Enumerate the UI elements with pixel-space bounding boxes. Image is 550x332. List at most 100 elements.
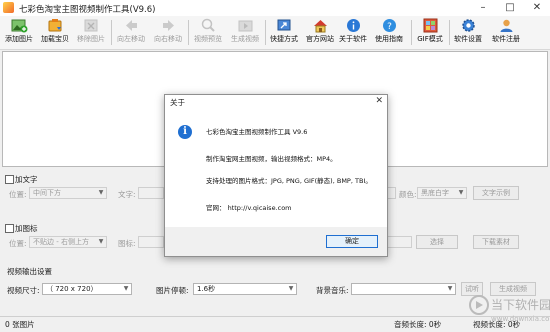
watermark-graphic: 当下软件园 www.downxia.com [469, 295, 550, 323]
image-count-status: 0 张图片 [5, 320, 35, 329]
generate-video-button[interactable]: 生成视频 [227, 17, 263, 48]
color-label: 颜色: [399, 190, 417, 199]
load-product-label: 加载宝贝 [41, 35, 69, 43]
toolbar: 添加图片 加载宝贝 移除图片 向左移动 向右移动 视频预览 生成视频 快捷方式 … [0, 16, 550, 50]
about-button[interactable]: 关于软件 [335, 17, 371, 48]
register-button[interactable]: 软件注册 [488, 17, 524, 48]
dialog-formats: 支持处理的图片格式：JPG, PNG, GIF(静态), BMP, TBI。 [206, 177, 372, 185]
icon-position-value: 不贴边 - 右侧上方 [33, 238, 89, 246]
svg-text:?: ? [387, 22, 392, 32]
image-pause-label: 图片停顿: [156, 286, 189, 295]
choose-icon-button[interactable]: 选择 [416, 235, 458, 249]
add-image-icon [11, 19, 27, 33]
add-icon-checkbox[interactable] [5, 224, 14, 233]
video-size-value: （ 720 x 720） [46, 285, 98, 293]
dialog-product-name: 七彩色淘宝主图视频制作工具 V9.6 [206, 128, 308, 136]
icon-position-select[interactable]: 不贴边 - 右侧上方 ▼ [29, 236, 107, 248]
background-music-label: 背景音乐: [316, 286, 349, 295]
dialog-website: 官网： http://v.qicaise.com [206, 204, 292, 212]
move-left-label: 向左移动 [117, 35, 145, 43]
shortcuts-button[interactable]: 快捷方式 [266, 17, 302, 48]
website-button[interactable]: 官方网站 [302, 17, 338, 48]
chevron-down-icon: ▼ [98, 189, 104, 196]
load-product-icon [48, 19, 61, 32]
text-sample-button[interactable]: 文字示例 [473, 186, 519, 200]
download-material-button[interactable]: 下载素材 [473, 235, 519, 249]
arrow-left-icon [125, 20, 137, 31]
gif-mode-button[interactable]: GIF模式 [412, 17, 448, 48]
text-content-input[interactable] [138, 187, 164, 199]
add-icon-label: 加图标 [15, 224, 38, 233]
toolbar-separator [188, 20, 189, 45]
register-label: 软件注册 [492, 35, 520, 43]
about-dialog: 关于 ✕ i 七彩色淘宝主图视频制作工具 V9.6 制作淘宝网主图视频，输出视频… [164, 94, 388, 257]
gif-icon [423, 18, 437, 33]
output-section-label: 视频输出设置 [7, 267, 52, 276]
watermark-logo: 当下软件园 www.downxia.com [467, 289, 550, 330]
minimize-button[interactable]: – [470, 0, 496, 16]
gif-mode-label: GIF模式 [417, 35, 443, 43]
add-text-checkbox[interactable] [5, 175, 14, 184]
title-bar: 七彩色淘宝主图视频制作工具(V9.6) – □ ✕ [0, 0, 550, 17]
preview-icon [201, 18, 215, 32]
add-image-label: 添加图片 [5, 35, 33, 43]
move-left-button[interactable]: 向左移动 [113, 17, 149, 48]
info-icon [346, 19, 360, 32]
website-label: 官方网站 [306, 35, 334, 43]
chevron-down-icon: ▼ [123, 285, 129, 292]
image-pause-value: 1.6秒 [197, 285, 216, 293]
close-button[interactable]: ✕ [524, 0, 550, 16]
info-icon: i [178, 125, 192, 139]
settings-button[interactable]: 软件设置 [450, 17, 486, 48]
user-icon [500, 19, 512, 32]
image-pause-select[interactable]: 1.6秒 ▼ [193, 283, 297, 295]
dialog-description: 制作淘宝网主图视频，输出视频格式：MP4。 [206, 155, 337, 163]
generate-video-icon [238, 20, 252, 32]
generate-video-label: 生成视频 [231, 35, 259, 43]
guide-button[interactable]: ? 使用指南 [371, 17, 407, 48]
icon-position-label: 位置: [9, 239, 27, 248]
text-position-value: 中间下方 [33, 189, 61, 197]
settings-label: 软件设置 [454, 35, 482, 43]
watermark-url: www.downxia.com [491, 315, 550, 323]
color-value: 黑底白字 [421, 189, 449, 197]
guide-label: 使用指南 [375, 35, 403, 43]
help-icon: ? [382, 19, 396, 32]
text-position-label: 位置: [9, 190, 27, 199]
ok-button[interactable]: 确定 [326, 235, 378, 248]
gear-icon [461, 19, 475, 32]
chevron-down-icon: ▼ [98, 238, 104, 245]
home-icon [313, 20, 327, 33]
watermark-text: 当下软件园 [491, 298, 550, 312]
preview-video-button[interactable]: 视频预览 [190, 17, 226, 48]
chevron-down-icon: ▼ [458, 189, 464, 196]
move-right-button[interactable]: 向右移动 [150, 17, 186, 48]
shortcut-icon [277, 19, 290, 31]
text-content-label: 文字: [118, 190, 136, 199]
about-label: 关于软件 [339, 35, 367, 43]
background-music-select[interactable]: ▼ [351, 283, 456, 295]
shortcuts-label: 快捷方式 [270, 35, 298, 43]
color-select[interactable]: 黑底白字 ▼ [417, 187, 467, 199]
app-logo-icon [3, 2, 14, 13]
remove-image-button[interactable]: 移除图片 [73, 17, 109, 48]
maximize-button[interactable]: □ [497, 0, 523, 16]
chevron-down-icon: ▼ [288, 285, 294, 292]
arrow-right-icon [162, 20, 174, 31]
audio-length-status: 音频长度: 0秒 [394, 320, 442, 329]
remove-image-label: 移除图片 [77, 35, 105, 43]
dialog-title: 关于 [170, 98, 185, 107]
add-image-button[interactable]: 添加图片 [1, 17, 37, 48]
preview-video-label: 视频预览 [194, 35, 222, 43]
video-size-label: 视频尺寸: [7, 286, 40, 295]
add-text-label: 加文字 [15, 175, 38, 184]
dialog-title-bar: 关于 ✕ [165, 95, 387, 109]
video-size-select[interactable]: （ 720 x 720） ▼ [42, 283, 132, 295]
move-right-label: 向右移动 [154, 35, 182, 43]
window-title: 七彩色淘宝主图视频制作工具(V9.6) [19, 5, 156, 15]
load-product-button[interactable]: 加载宝贝 [37, 17, 73, 48]
icon-path-input-end[interactable] [386, 236, 412, 248]
icon-path-input[interactable] [138, 236, 164, 248]
dialog-close-icon[interactable]: ✕ [375, 96, 383, 106]
text-position-select[interactable]: 中间下方 ▼ [29, 187, 107, 199]
